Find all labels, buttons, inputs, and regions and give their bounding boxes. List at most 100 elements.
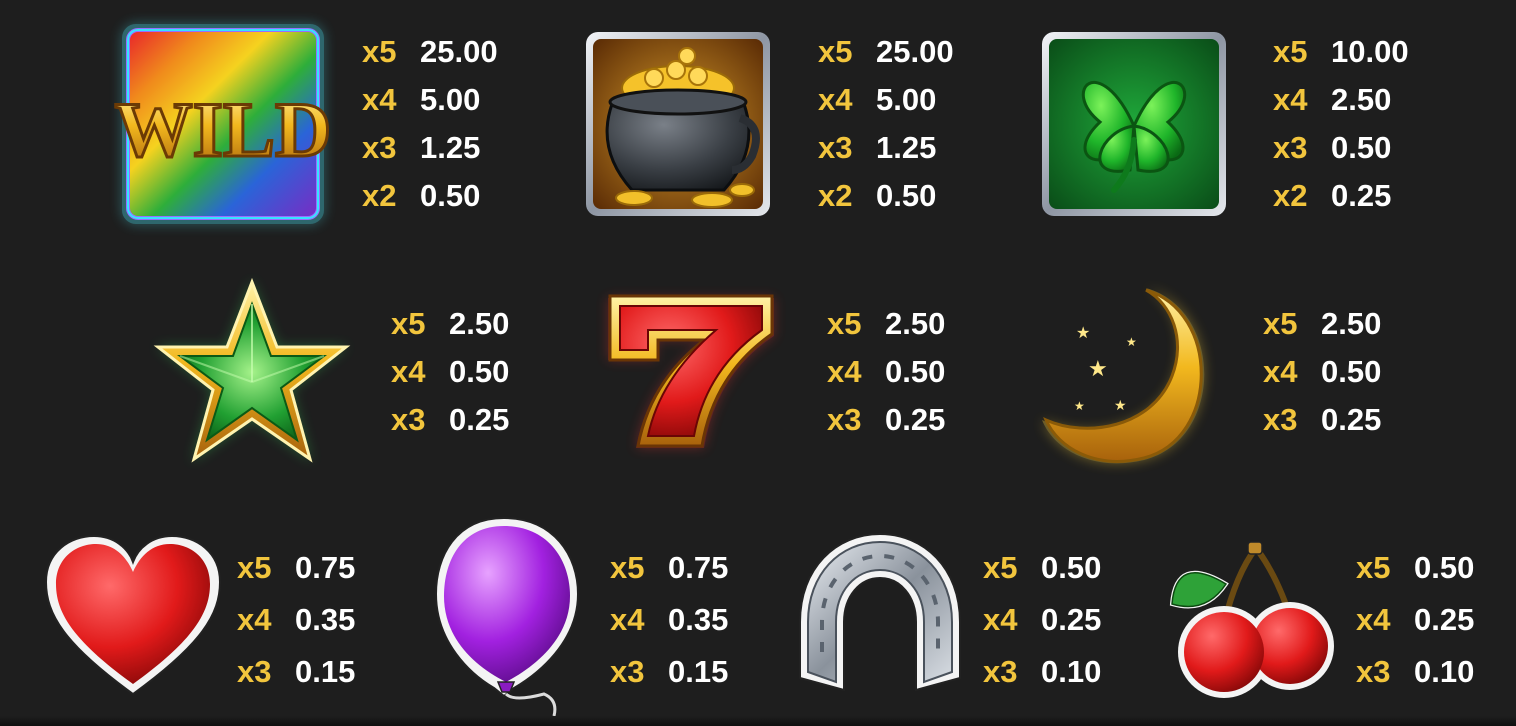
- multiplier: x5: [610, 550, 645, 585]
- pay-row: x5 0.50: [983, 548, 1101, 588]
- payout: 0.50: [1331, 130, 1392, 165]
- multiplier: x3: [1356, 654, 1391, 689]
- payout: 0.50: [1321, 354, 1382, 389]
- payout: 2.50: [449, 306, 510, 341]
- star-sparkle-icon: ★: [1126, 335, 1137, 349]
- pot-of-gold-icon: [586, 32, 770, 216]
- symbol-pot-of-gold: [584, 30, 772, 218]
- symbol-balloon: [434, 516, 580, 722]
- multiplier: x5: [237, 550, 272, 585]
- payout: 25.00: [876, 34, 954, 69]
- balloon-icon: [434, 516, 580, 717]
- multiplier: x2: [1273, 178, 1308, 213]
- pay-row: x3 0.15: [237, 652, 355, 692]
- multiplier: x3: [391, 402, 426, 437]
- payout: 0.25: [885, 402, 946, 437]
- wild-label: WILD: [115, 86, 332, 173]
- payout: 0.25: [1041, 602, 1102, 637]
- payout: 0.50: [420, 178, 481, 213]
- multiplier: x4: [362, 82, 397, 117]
- multiplier: x5: [391, 306, 426, 341]
- pay-row: x2 0.50: [818, 176, 936, 216]
- payout: 5.00: [420, 82, 481, 117]
- symbol-heart: [44, 534, 222, 702]
- pay-row: x3 0.15: [610, 652, 728, 692]
- pay-row: x4 0.35: [610, 600, 728, 640]
- pay-row: x5 2.50: [1263, 304, 1381, 344]
- pay-row: x3 0.50: [1273, 128, 1391, 168]
- pay-row: x5 2.50: [391, 304, 509, 344]
- pay-row: x5 0.50: [1356, 548, 1474, 588]
- multiplier: x4: [237, 602, 272, 637]
- wild-rainbow-icon: WILD: [113, 24, 333, 224]
- pay-row: x3 0.10: [983, 652, 1101, 692]
- multiplier: x5: [818, 34, 853, 69]
- star-sparkle-icon: ★: [1074, 399, 1085, 413]
- payout: 1.25: [876, 130, 937, 165]
- multiplier: x2: [362, 178, 397, 213]
- multiplier: x3: [827, 402, 862, 437]
- multiplier: x3: [818, 130, 853, 165]
- symbol-wild: WILD: [113, 24, 333, 224]
- pay-row: x5 2.50: [827, 304, 945, 344]
- pay-row: x4 2.50: [1273, 80, 1391, 120]
- payout: 0.50: [449, 354, 510, 389]
- pay-row: x2 0.50: [362, 176, 480, 216]
- symbol-cherry: [1166, 534, 1338, 704]
- symbol-seven: [596, 284, 782, 460]
- pay-row: x4 0.35: [237, 600, 355, 640]
- payout: 2.50: [1331, 82, 1392, 117]
- pay-row: x3 0.25: [1263, 400, 1381, 440]
- payout: 25.00: [420, 34, 498, 69]
- multiplier: x5: [1356, 550, 1391, 585]
- payout: 0.10: [1414, 654, 1475, 689]
- payout: 2.50: [885, 306, 946, 341]
- pay-row: x5 0.75: [610, 548, 728, 588]
- symbol-horseshoe: [796, 532, 964, 704]
- pay-row: x3 0.25: [391, 400, 509, 440]
- payout: 0.35: [295, 602, 356, 637]
- payout: 0.10: [1041, 654, 1102, 689]
- star-sparkle-icon: ★: [1088, 356, 1108, 381]
- payout: 0.25: [1321, 402, 1382, 437]
- crescent-moon-icon: ★ ★ ★ ★ ★: [1042, 288, 1205, 464]
- multiplier: x3: [1263, 402, 1298, 437]
- bottom-edge: [0, 716, 1516, 726]
- multiplier: x3: [610, 654, 645, 689]
- pay-row: x2 0.25: [1273, 176, 1391, 216]
- payout: 0.25: [1331, 178, 1392, 213]
- multiplier: x4: [1356, 602, 1391, 637]
- pay-row: x4 0.25: [1356, 600, 1474, 640]
- multiplier: x5: [362, 34, 397, 69]
- payout: 2.50: [1321, 306, 1382, 341]
- star-sparkle-icon: ★: [1076, 325, 1090, 342]
- payout: 0.50: [885, 354, 946, 389]
- multiplier: x4: [818, 82, 853, 117]
- symbol-clover: [1040, 30, 1228, 218]
- payout: 0.75: [668, 550, 729, 585]
- green-star-icon: [153, 277, 351, 463]
- pay-row: x3 0.10: [1356, 652, 1474, 692]
- pay-row: x5 10.00: [1273, 32, 1409, 72]
- payout: 0.25: [1414, 602, 1475, 637]
- cherry-icon: [1169, 541, 1334, 698]
- pay-row: x4 0.50: [1263, 352, 1381, 392]
- pay-row: x3 1.25: [818, 128, 936, 168]
- heart-icon: [44, 534, 222, 696]
- multiplier: x5: [827, 306, 862, 341]
- payout: 0.25: [449, 402, 510, 437]
- pay-row: x4 0.50: [391, 352, 509, 392]
- pay-row: x4 5.00: [818, 80, 936, 120]
- multiplier: x5: [1273, 34, 1308, 69]
- multiplier: x4: [827, 354, 862, 389]
- multiplier: x4: [391, 354, 426, 389]
- four-leaf-clover-icon: [1042, 32, 1226, 216]
- pay-row: x3 0.25: [827, 400, 945, 440]
- multiplier: x4: [1263, 354, 1298, 389]
- payout: 0.50: [1041, 550, 1102, 585]
- payout: 0.50: [1414, 550, 1475, 585]
- red-seven-icon: [608, 294, 774, 448]
- payout: 1.25: [420, 130, 481, 165]
- pay-row: x3 1.25: [362, 128, 480, 168]
- horseshoe-icon: [799, 532, 961, 692]
